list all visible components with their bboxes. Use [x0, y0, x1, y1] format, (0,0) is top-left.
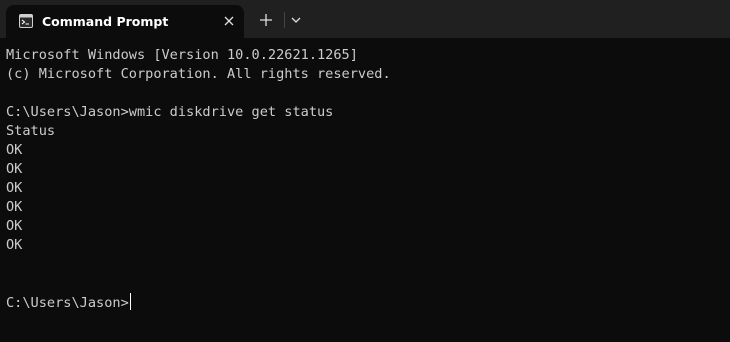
console-line: OK	[6, 180, 23, 196]
text-cursor	[129, 293, 131, 310]
console-line: OK	[6, 199, 23, 215]
console-line: OK	[6, 218, 23, 234]
console-line: (c) Microsoft Corporation. All rights re…	[6, 66, 391, 82]
console-line: C:\Users\Jason>wmic diskdrive get status	[6, 104, 334, 120]
cmd-icon	[19, 14, 33, 28]
console-line: OK	[6, 142, 23, 158]
console-line: Status	[6, 123, 56, 139]
chevron-down-icon[interactable]	[290, 14, 302, 26]
console-line: OK	[6, 237, 23, 253]
console-output[interactable]: Microsoft Windows [Version 10.0.22621.12…	[6, 46, 724, 338]
console-line: Microsoft Windows [Version 10.0.22621.12…	[6, 47, 358, 63]
tab-title: Command Prompt	[42, 14, 169, 29]
console-line: OK	[6, 161, 23, 177]
tab-bar: Command Prompt	[0, 0, 730, 38]
terminal-window: Command Prompt Microsoft Windows [Versio…	[0, 0, 730, 342]
command-prompt-line[interactable]: C:\Users\Jason>	[6, 293, 724, 312]
plus-icon[interactable]	[258, 12, 274, 28]
close-icon[interactable]	[222, 14, 236, 28]
prompt-text: C:\Users\Jason>	[6, 295, 129, 311]
tab-command-prompt[interactable]: Command Prompt	[6, 5, 244, 38]
tab-separator	[284, 12, 285, 28]
